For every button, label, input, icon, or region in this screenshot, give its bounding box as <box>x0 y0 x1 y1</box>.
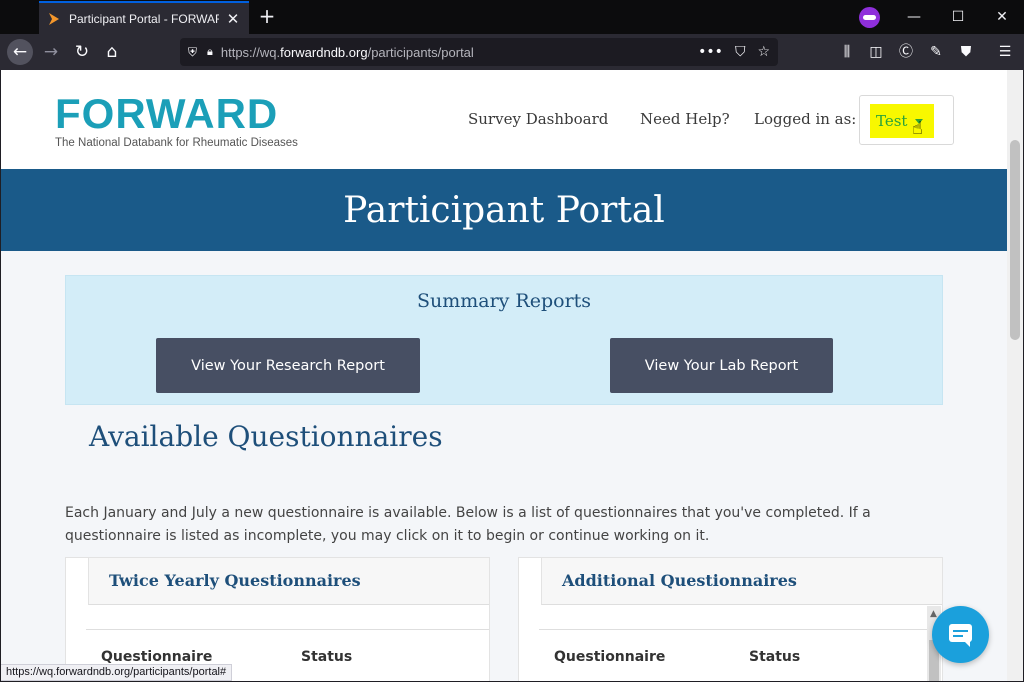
logo-wordmark: FORWARD <box>55 92 295 136</box>
page-viewport: FORWARD The National Databank for Rheuma… <box>1 70 1007 681</box>
page-actions-icon[interactable]: ••• <box>698 44 723 60</box>
home-icon[interactable]: ⌂ <box>99 39 125 65</box>
sidebar-icon[interactable]: ◫ <box>866 42 886 62</box>
back-arrow-icon[interactable]: ← <box>7 39 33 65</box>
pocket-icon[interactable]: ⛉ <box>735 44 746 60</box>
url-text: https://wq.forwardndb.org/participants/p… <box>220 44 474 60</box>
logo-letter: D <box>246 90 279 137</box>
view-research-report-button[interactable]: View Your Research Report <box>156 338 420 393</box>
hand-cursor-icon: ☝ <box>912 118 923 139</box>
lock-icon[interactable]: 🔒︎ <box>207 45 213 59</box>
additional-title: Additional Questionnaires <box>562 571 797 590</box>
forward-arrow-icon[interactable]: → <box>38 39 64 65</box>
chat-line <box>953 635 963 637</box>
extension-tools-icon[interactable]: ✎ <box>926 42 946 62</box>
page-title: Participant Portal <box>343 189 665 231</box>
logo-letter: R <box>215 90 247 137</box>
page-scrollbar[interactable] <box>1007 70 1023 681</box>
browser-tab-bar: Participant Portal - FORWARD ✕ + — ☐ ✕ <box>0 0 1024 34</box>
col-header-questionnaire: Questionnaire <box>554 649 666 665</box>
logo-letter: F <box>55 90 82 137</box>
private-browsing-icon <box>859 7 880 28</box>
maximize-icon[interactable]: ☐ <box>943 4 973 30</box>
menu-hamburger-icon[interactable]: ☰ <box>995 42 1015 62</box>
status-bar-url: https://wq.forwardndb.org/participants/p… <box>1 664 233 681</box>
bookmark-star-icon[interactable]: ☆ <box>757 44 770 60</box>
col-header-questionnaire: Questionnaire <box>101 649 213 665</box>
chat-widget-button[interactable] <box>932 606 989 663</box>
tracking-shield-icon[interactable]: ⛨ <box>188 45 197 60</box>
col-header-status: Status <box>301 649 353 665</box>
card-divider <box>86 629 489 630</box>
nav-survey-dashboard[interactable]: Survey Dashboard <box>468 110 608 128</box>
nav-need-help[interactable]: Need Help? <box>640 110 730 128</box>
card-divider <box>539 629 942 630</box>
minimize-icon[interactable]: — <box>899 4 929 30</box>
available-questionnaires-title: Available Questionnaires <box>89 420 443 453</box>
browser-nav-bar: ← → ↻ ⌂ ⛨ 🔒︎ https://wq.forwardndb.org/p… <box>0 34 1024 70</box>
reload-icon[interactable]: ↻ <box>69 39 95 65</box>
additional-card-header: Additional Questionnaires <box>541 558 942 605</box>
twice-yearly-card-header: Twice Yearly Questionnaires <box>88 558 489 605</box>
user-highlight[interactable]: Test <box>870 104 934 138</box>
ublock-icon[interactable]: ⛊ <box>956 42 976 62</box>
close-window-icon[interactable]: ✕ <box>987 4 1017 30</box>
twice-yearly-card: Twice Yearly Questionnaires Questionnair… <box>65 557 490 681</box>
forward-favicon-icon <box>49 12 59 25</box>
chat-line <box>953 630 968 632</box>
user-name[interactable]: Test <box>876 112 907 130</box>
tab-title: Participant Portal - FORWARD <box>69 11 219 26</box>
logo-letter: R <box>115 90 146 137</box>
url-bar[interactable]: ⛨ 🔒︎ https://wq.forwardndb.org/participa… <box>180 38 778 66</box>
logo-letter: W <box>145 90 185 137</box>
questionnaires-intro: Each January and July a new questionnair… <box>65 505 871 544</box>
page-scroll-thumb[interactable] <box>1010 140 1020 340</box>
new-tab-icon[interactable]: + <box>256 5 278 27</box>
twice-yearly-title: Twice Yearly Questionnaires <box>109 571 361 590</box>
col-header-status: Status <box>749 649 801 665</box>
chat-bubble-icon <box>949 624 972 647</box>
extension-c-icon[interactable]: Ⓒ <box>896 42 916 62</box>
summary-reports-panel: Summary Reports View Your Research Repor… <box>65 275 943 405</box>
additional-card: Additional Questionnaires Questionnaire … <box>518 557 943 681</box>
logged-in-label: Logged in as: <box>754 110 857 128</box>
view-lab-report-button[interactable]: View Your Lab Report <box>610 338 833 393</box>
forward-logo[interactable]: FORWARD The National Databank for Rheuma… <box>55 92 298 150</box>
logo-tagline: The National Databank for Rheumatic Dise… <box>55 137 298 149</box>
logo-letter: A <box>184 90 216 137</box>
browser-tab-active[interactable]: Participant Portal - FORWARD ✕ <box>39 1 249 34</box>
user-menu-dropdown[interactable]: Test ☝ <box>859 95 954 145</box>
page-banner: Participant Portal <box>1 169 1007 251</box>
logo-letter: O <box>81 90 116 137</box>
summary-reports-title: Summary Reports <box>416 290 592 312</box>
library-icon[interactable]: ⫼ <box>837 42 857 62</box>
close-tab-icon[interactable]: ✕ <box>225 10 241 28</box>
scroll-up-icon[interactable]: ▲ <box>930 609 937 619</box>
site-header: FORWARD The National Databank for Rheuma… <box>1 70 1007 169</box>
